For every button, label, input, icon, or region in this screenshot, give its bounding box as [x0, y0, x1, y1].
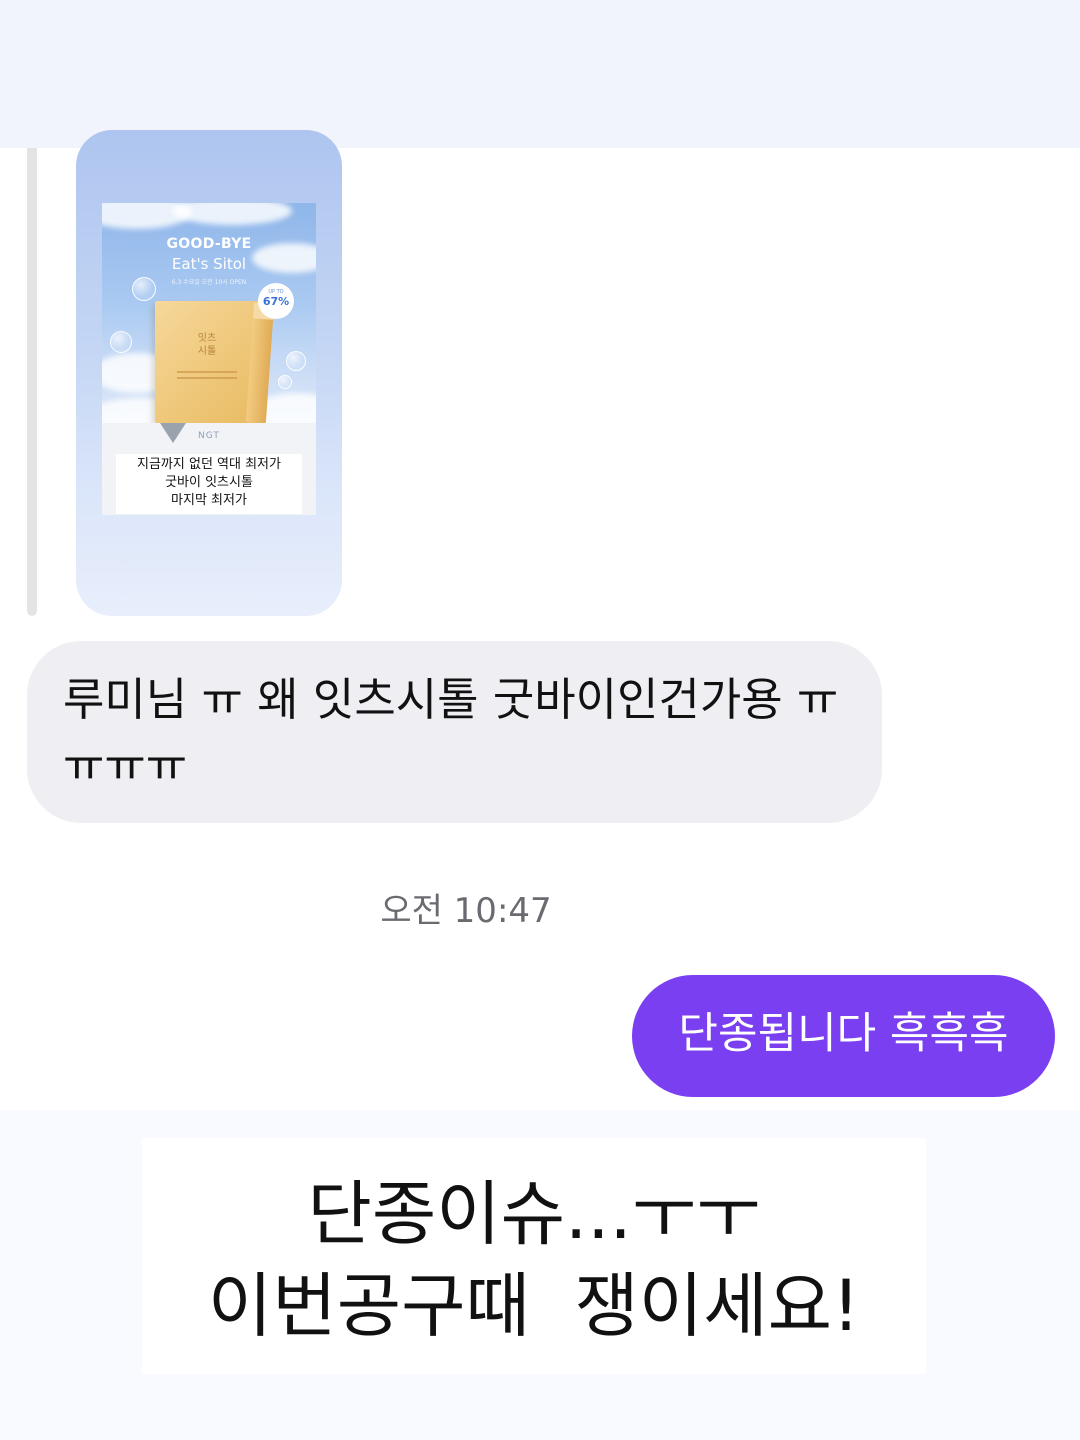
bubble-decoration-icon [286, 351, 306, 371]
caption-overlay: 단종이슈...ㅜㅜ 이번공구때 쟁이세요! [142, 1138, 926, 1374]
ad-brand: NGT [198, 431, 220, 441]
product-box-label: 잇츠 시톨 [197, 333, 217, 357]
ad-headline: GOOD-BYE [166, 236, 252, 252]
ad-callout-text: 지금까지 없던 역대 최저가 굿바이 잇츠시톨 마지막 최저가 [116, 454, 302, 514]
message-timestamp: 오전 10:47 [380, 891, 552, 931]
incoming-message-bubble[interactable]: 루미님 ㅠ 왜 잇츠시톨 굿바이인건가용 ㅠㅠㅠㅠ [27, 641, 882, 823]
bubble-decoration-icon [278, 375, 292, 389]
caption-line-2: 이번공구때 쟁이세요! [207, 1265, 861, 1347]
bubble-decoration-icon [110, 331, 132, 353]
shared-story-card[interactable]: GOOD-BYE Eat's Sitol 6.3 수요일 오전 10시 OPEN… [76, 130, 342, 616]
outgoing-message-text: 단종됩니다 흑흑흑 [678, 1009, 1009, 1059]
discount-badge-value: 67% [262, 295, 290, 308]
outgoing-message-bubble[interactable]: 단종됩니다 흑흑흑 [632, 975, 1055, 1097]
reply-indicator-bar [27, 148, 37, 616]
story-ad-image: GOOD-BYE Eat's Sitol 6.3 수요일 오전 10시 OPEN… [102, 203, 316, 423]
product-box-image: 잇츠 시톨 [155, 301, 259, 423]
ad-product-title: Eat's Sitol [171, 255, 247, 273]
ad-caption-area: NGT 지금까지 없던 역대 최저가 굿바이 잇츠시톨 마지막 최저가 [102, 423, 316, 515]
top-background-band [0, 0, 1080, 148]
discount-badge: UP TO 67% [258, 283, 294, 319]
incoming-message-text: 루미님 ㅠ 왜 잇츠시톨 굿바이인건가용 ㅠㅠㅠㅠ [63, 673, 839, 792]
caption-line-1: 단종이슈...ㅜㅜ [307, 1173, 761, 1255]
